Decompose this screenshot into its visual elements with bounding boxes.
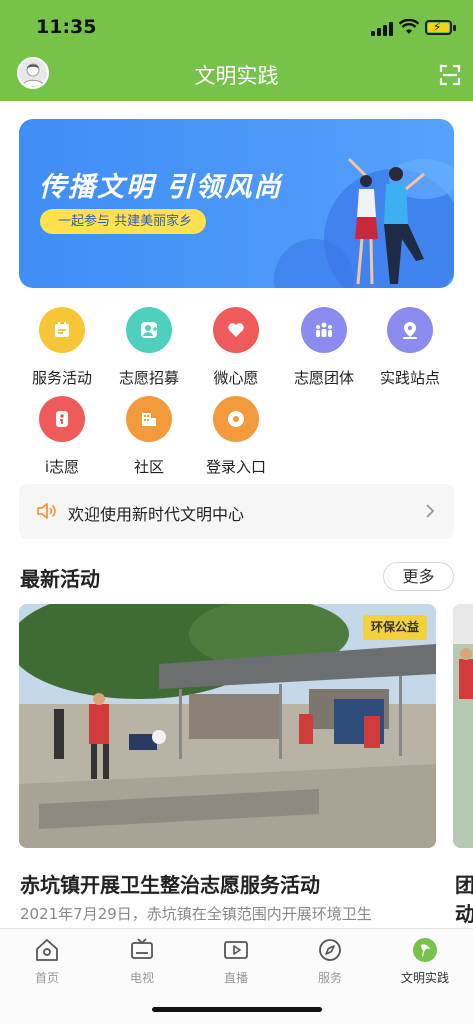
volunteer-recruit-item[interactable]: 志愿招募: [109, 307, 189, 388]
banner-subtitle: 一起参与 共建美丽家乡: [40, 209, 207, 234]
banner-title: 传播文明 引领风尚: [39, 172, 283, 203]
app-header: 11:35 ⚡ 文明实践: [0, 0, 473, 101]
service-label: 登录入口: [205, 458, 266, 476]
location-icon: [387, 307, 433, 353]
tab-label: 服务: [317, 971, 342, 985]
speaker-icon: [37, 503, 56, 519]
practice-site-item[interactable]: 实践站点: [370, 307, 450, 388]
service-label: 志愿招募: [118, 369, 179, 387]
service-label: 服务活动: [31, 369, 92, 387]
service-label: 实践站点: [379, 369, 440, 387]
wifi-icon: [399, 19, 419, 34]
home-icon: [36, 939, 58, 961]
tv-icon: [131, 938, 153, 959]
community-item[interactable]: 社区: [109, 396, 189, 477]
chevron-right-icon: [426, 504, 435, 518]
more-button[interactable]: 更多: [383, 562, 454, 591]
activity-card-image-next[interactable]: [453, 604, 473, 848]
login-entry-item[interactable]: 登录入口: [196, 396, 276, 477]
service-label: 微心愿: [213, 369, 259, 387]
calendar-icon: [39, 307, 85, 353]
notice-text: 欢迎使用新时代文明中心: [68, 505, 245, 524]
service-label: 社区: [133, 458, 164, 476]
activity-photo: [19, 604, 436, 848]
service-activities-item[interactable]: 服务活动: [22, 307, 102, 388]
service-label: i志愿: [44, 458, 80, 476]
tab-label: 直播: [223, 971, 248, 985]
battery-icon: ⚡: [425, 20, 452, 35]
status-bar: 11:35 ⚡: [0, 0, 473, 52]
scan-icon[interactable]: [439, 64, 461, 86]
banner-illustration: [274, 157, 454, 288]
recruit-icon: [126, 307, 172, 353]
tab-label: 文明实践: [400, 971, 449, 985]
activity-title[interactable]: 赤坑镇开展卫生整治志愿服务活动: [20, 869, 320, 898]
volunteer-icon: [39, 396, 85, 442]
activity-title-next-line2: 动: [455, 902, 473, 926]
i-volunteer-item[interactable]: i志愿: [22, 396, 102, 477]
tab-tv[interactable]: 电视: [102, 937, 182, 986]
tab-civilization-practice[interactable]: 文明实践: [385, 937, 465, 986]
activity-title-next[interactable]: 团: [455, 869, 473, 898]
activity-card-image[interactable]: [19, 604, 436, 848]
tab-home[interactable]: 首页: [7, 937, 87, 986]
volunteer-group-item[interactable]: 志愿团体: [284, 307, 364, 388]
tab-label: 首页: [34, 971, 59, 985]
login-icon: [213, 396, 259, 442]
community-icon: [126, 396, 172, 442]
status-time: 11:35: [36, 16, 97, 38]
tab-label: 电视: [129, 971, 154, 985]
activity-description: 2021年7月29日，赤坑镇在全镇范围内开展环境卫生: [20, 905, 372, 923]
heart-icon: [213, 307, 259, 353]
service-label: 志愿团体: [293, 369, 354, 387]
live-icon: [224, 941, 248, 959]
category-tag: 环保公益: [363, 615, 428, 640]
promo-banner[interactable]: 传播文明 引领风尚 一起参与 共建美丽家乡: [19, 119, 454, 288]
practice-icon: [413, 938, 437, 962]
group-icon: [301, 307, 347, 353]
compass-icon: [319, 939, 341, 961]
tab-live[interactable]: 直播: [196, 937, 276, 986]
notice-bar[interactable]: 欢迎使用新时代文明中心: [19, 484, 454, 539]
home-indicator: [152, 1007, 322, 1012]
cellular-signal-icon: [371, 22, 393, 36]
micro-wish-item[interactable]: 微心愿: [196, 307, 276, 388]
page-title: 文明实践: [194, 64, 279, 88]
section-title: 最新活动: [20, 567, 100, 591]
tab-service[interactable]: 服务: [290, 937, 370, 986]
